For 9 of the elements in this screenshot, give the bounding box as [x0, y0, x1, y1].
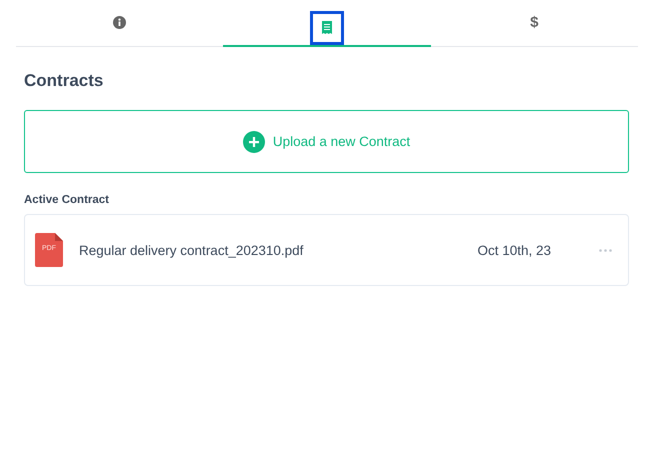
- more-options-icon[interactable]: [599, 248, 612, 252]
- page-heading: Contracts: [24, 71, 104, 91]
- receipt-icon: [322, 21, 332, 34]
- plus-icon: [242, 130, 265, 152]
- section-label: Active Contract: [24, 194, 110, 206]
- info-icon: [113, 16, 126, 29]
- tab[interactable]: $: [430, 0, 638, 47]
- file-name: Regular delivery contract_202310.pdf: [79, 242, 304, 258]
- contract-date: Oct 10th, 23: [477, 242, 551, 258]
